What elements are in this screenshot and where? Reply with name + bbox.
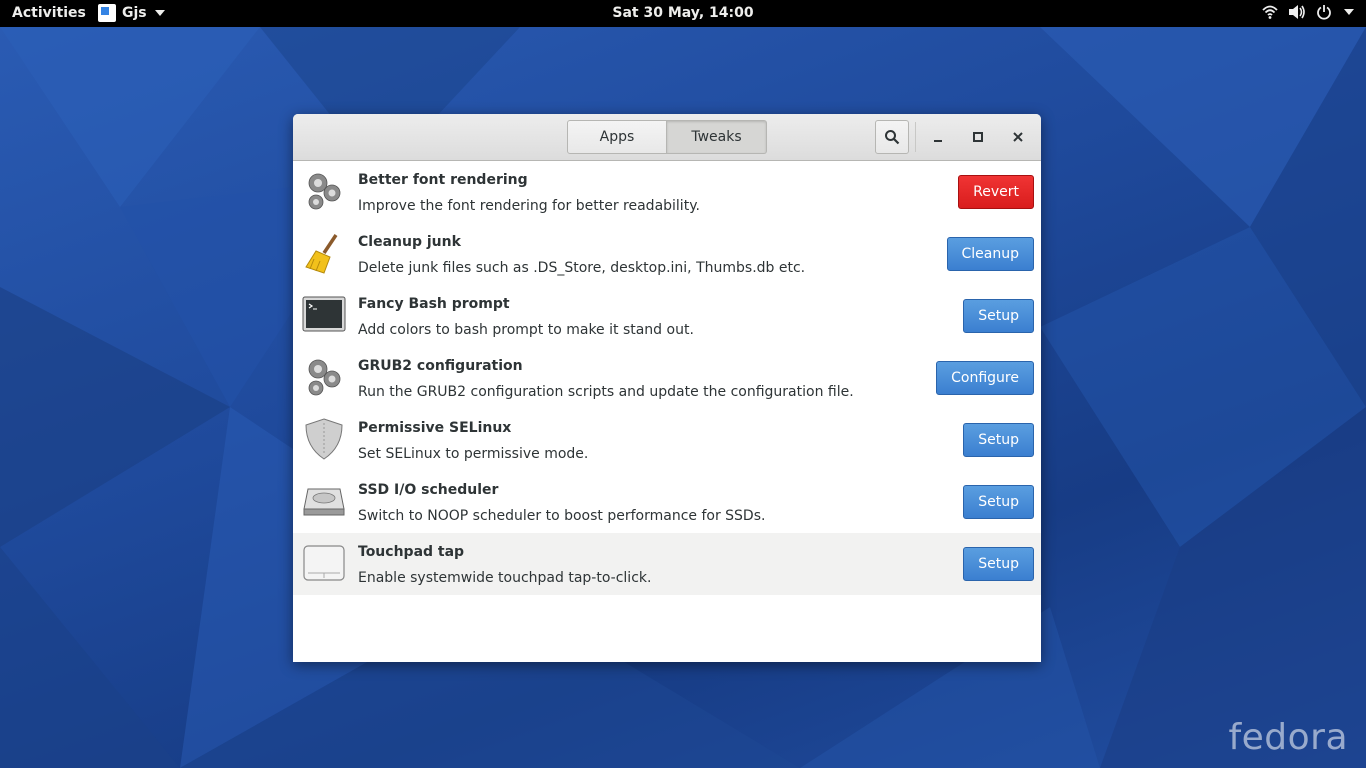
touchpad-icon [303, 545, 345, 581]
header-separator [915, 122, 916, 152]
shield-icon [305, 418, 343, 460]
clock-label: Sat 30 May, 14:00 [612, 5, 754, 21]
item-title: Cleanup junk [358, 234, 461, 250]
item-description: Switch to NOOP scheduler to boost perfor… [358, 508, 766, 524]
chevron-down-icon [1344, 9, 1354, 15]
setup-button[interactable]: Setup [963, 299, 1034, 333]
clock[interactable]: Sat 30 May, 14:00 [0, 5, 1366, 21]
close-icon [1013, 132, 1023, 142]
stack-switcher: Apps Tweaks [567, 120, 767, 154]
list-item: Cleanup junk Delete junk files such as .… [293, 223, 1041, 285]
volume-icon [1289, 5, 1305, 19]
list-item: Better font rendering Improve the font r… [293, 161, 1041, 223]
list-item: Permissive SELinux Set SELinux to permis… [293, 409, 1041, 471]
list-item: Fancy Bash prompt Add colors to bash pro… [293, 285, 1041, 347]
gears-icon [308, 173, 341, 210]
configure-button[interactable]: Configure [936, 361, 1034, 395]
minimize-icon [934, 140, 942, 142]
fedora-logo: fedora [1228, 717, 1348, 758]
setup-button[interactable]: Setup [963, 547, 1034, 581]
item-title: Permissive SELinux [358, 420, 512, 436]
wifi-icon [1262, 5, 1278, 19]
item-title: Fancy Bash prompt [358, 296, 510, 312]
system-tray[interactable] [1262, 4, 1354, 20]
item-title: GRUB2 configuration [358, 358, 523, 374]
list-item: Touchpad tap Enable systemwide touchpad … [293, 533, 1041, 595]
item-description: Enable systemwide touchpad tap-to-click. [358, 570, 652, 586]
tweaks-list: Better font rendering Improve the font r… [293, 161, 1041, 595]
tab-apps[interactable]: Apps [567, 120, 667, 154]
search-button[interactable] [875, 120, 909, 154]
item-description: Run the GRUB2 configuration scripts and … [358, 384, 854, 400]
power-icon [1317, 5, 1331, 20]
cleanup-button[interactable]: Cleanup [946, 237, 1034, 271]
item-description: Delete junk files such as .DS_Store, des… [358, 260, 806, 276]
list-item: SSD I/O scheduler Switch to NOOP schedul… [293, 471, 1041, 533]
revert-button[interactable]: Revert [958, 175, 1034, 209]
item-description: Improve the font rendering for better re… [358, 198, 700, 214]
search-icon [885, 130, 900, 145]
drive-icon [303, 488, 345, 516]
item-description: Set SELinux to permissive mode. [358, 446, 589, 462]
setup-button[interactable]: Setup [963, 485, 1034, 519]
header-bar: Apps Tweaks [293, 114, 1041, 161]
setup-button[interactable]: Setup [963, 423, 1034, 457]
tweaks-window: Apps Tweaks Better font rendering Improv… [293, 114, 1041, 662]
close-button[interactable] [1005, 124, 1031, 150]
maximize-icon [973, 132, 983, 142]
top-bar: Activities Gjs Sat 30 May, 14:00 [0, 0, 1366, 27]
list-item: GRUB2 configuration Run the GRUB2 config… [293, 347, 1041, 409]
item-title: SSD I/O scheduler [358, 482, 499, 498]
minimize-button[interactable] [925, 124, 951, 150]
broom-icon [305, 234, 338, 274]
item-title: Better font rendering [358, 172, 528, 188]
gears-icon [308, 359, 341, 396]
item-description: Add colors to bash prompt to make it sta… [358, 322, 694, 338]
terminal-icon [302, 296, 346, 332]
item-title: Touchpad tap [358, 544, 465, 560]
tab-tweaks[interactable]: Tweaks [667, 120, 767, 154]
maximize-button[interactable] [965, 124, 991, 150]
